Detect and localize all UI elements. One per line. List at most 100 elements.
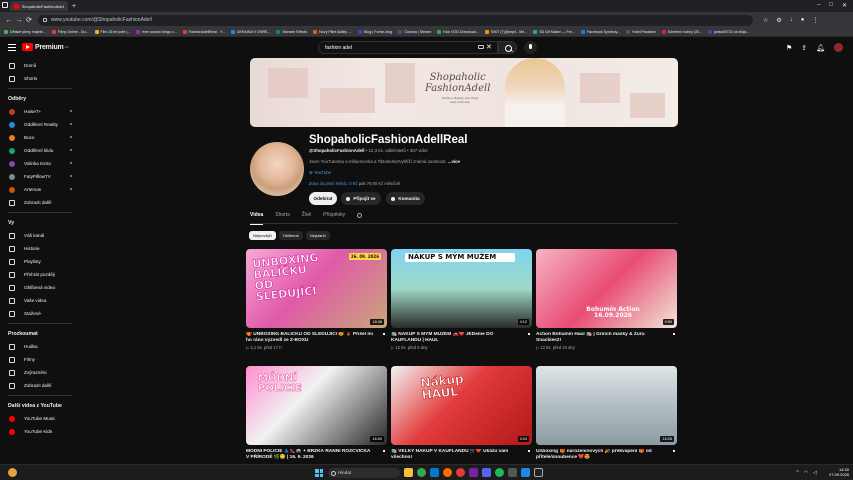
bookmark-item[interactable]: S907 (7)(5)mp4 - Mé... xyxy=(484,30,527,34)
video-card[interactable]: MÓDNÍ POLICIE 16:50 MÓDNÍ POLICIE 👗👠🚔 + BR… xyxy=(246,366,387,461)
terminal-icon[interactable] xyxy=(534,468,543,477)
keyboard-icon[interactable] xyxy=(478,45,484,49)
sidebar-item[interactable]: FatyPillowTV xyxy=(0,170,80,183)
spotify-icon[interactable] xyxy=(495,468,504,477)
browser-tab-youtube[interactable]: ShopaholicFashionAdell... xyxy=(10,1,68,11)
bookmark-item[interactable]: janka00733 na Mojo... xyxy=(708,30,749,34)
bookmark-item[interactable]: Facebook Symboly... xyxy=(580,30,620,34)
voice-search-icon[interactable] xyxy=(524,41,537,54)
sidebar-item[interactable]: Oddělení Reality xyxy=(0,118,80,131)
video-thumbnail[interactable]: UNBOXING BALÍČKU OD SLEDUJÍCÍ 26. 09. 202… xyxy=(246,249,387,328)
settings-icon[interactable] xyxy=(508,468,517,477)
sidebar-item[interactable]: Playlisty xyxy=(0,255,80,268)
sidebar-heading-subscriptions[interactable]: Odběry xyxy=(0,92,80,105)
bookmark-star-icon[interactable]: ☆ xyxy=(763,17,768,24)
subscribe-button[interactable]: Odebírat xyxy=(309,192,337,205)
channel-link[interactable]: ⊕ YouTube xyxy=(309,170,331,176)
reload-icon[interactable]: ⟳ xyxy=(24,16,34,24)
video-thumbnail[interactable]: Nákup HAUL 3:04 xyxy=(391,366,532,445)
sort-chip[interactable]: Oblíbené xyxy=(278,231,303,240)
search-button[interactable] xyxy=(498,41,517,54)
video-title[interactable]: 🛍️ NÁKUP S MÝM MUŽEM 🚗❤️ JEDeme DO KAUFL… xyxy=(391,332,519,344)
more-actions-icon[interactable] xyxy=(528,333,530,340)
sidebar-item[interactable]: YouTube Music xyxy=(0,412,80,425)
profile-icon[interactable]: ● xyxy=(801,17,805,24)
new-tab-icon[interactable]: + xyxy=(72,3,76,10)
bookmark-item[interactable]: Blog | Fomin-blog xyxy=(358,30,392,34)
bookmark-item[interactable]: Edněmní rodiny (20... xyxy=(661,30,702,34)
close-window-icon[interactable]: ✕ xyxy=(842,2,847,9)
sidebar-heading-you[interactable]: Vy xyxy=(0,216,80,229)
sidebar-item[interactable]: Filmy xyxy=(0,353,80,366)
channel-description[interactable]: Jsem YouTuberka a Influencerka a Tiktoke… xyxy=(309,159,460,164)
back-icon[interactable]: ← xyxy=(4,17,14,24)
sidebar-item[interactable]: Historie xyxy=(0,242,80,255)
search-input[interactable]: fashion adel xyxy=(318,41,498,54)
taskbar-search[interactable]: Hledat xyxy=(328,468,400,478)
download-tray-icon[interactable]: ↓ xyxy=(790,17,793,24)
sidebar-item[interactable]: Vaše videa xyxy=(0,294,80,307)
sidebar-item[interactable]: Zobrazit další xyxy=(0,196,80,209)
site-info-icon[interactable] xyxy=(43,18,47,22)
windows-start-icon[interactable] xyxy=(315,469,323,477)
tab-1[interactable]: Shorts xyxy=(275,212,289,224)
sort-chip[interactable]: Nejstarší xyxy=(305,231,330,240)
sidebar-item[interactable]: Zobrazit další xyxy=(0,379,80,392)
create-icon[interactable]: ⇪ xyxy=(801,44,807,52)
video-thumbnail[interactable]: NÁKUP S MÝM MUŽEM 4:12 xyxy=(391,249,532,328)
more-actions-icon[interactable] xyxy=(673,333,675,340)
bookmark-item[interactable]: free custom bingo c... xyxy=(136,30,177,34)
clear-search-icon[interactable]: ✕ xyxy=(486,43,492,51)
store-icon[interactable] xyxy=(521,468,530,477)
tab-2[interactable]: Živě xyxy=(302,212,311,224)
video-title[interactable]: 🛍️ VELKÝ NÁKUP V KAUFLANDU 🛒❤️ Ukážu vám… xyxy=(391,449,519,461)
channel-search-icon[interactable] xyxy=(357,213,363,218)
bookmark-item[interactable]: Film 28 let poté (... xyxy=(94,30,130,34)
account-avatar[interactable] xyxy=(834,43,843,52)
sidebar-item[interactable]: Oblíbená videa xyxy=(0,281,80,294)
bookmark-item[interactable]: Nový Pillet Addity -... xyxy=(313,30,352,34)
bookmark-item[interactable]: Filmy Online - Du... xyxy=(51,30,89,34)
discord-icon[interactable] xyxy=(482,468,491,477)
sidebar-item[interactable]: Váš kanál xyxy=(0,229,80,242)
sidebar-item[interactable]: Hudba xyxy=(0,340,80,353)
sidebar-item[interactable]: Přehrát později xyxy=(0,268,80,281)
sidebar-item[interactable]: Oddělení klidu xyxy=(0,144,80,157)
minimize-icon[interactable]: – xyxy=(817,2,820,9)
sidebar-item[interactable]: Volinka Extra xyxy=(0,157,80,170)
video-card[interactable]: Bohumín Action 16.09.2026 9:50 Action Bohu… xyxy=(536,249,677,350)
edge-icon[interactable] xyxy=(430,468,439,477)
video-title[interactable]: MÓDNÍ POLICIE 👗👠🚔 + BRZKÁ RANNÍ ROZCVIČK… xyxy=(246,449,374,461)
bookmark-item[interactable]: Monsen Effects xyxy=(276,30,307,34)
forward-icon[interactable]: → xyxy=(14,17,24,24)
video-thumbnail[interactable]: MÓDNÍ POLICIE 16:50 xyxy=(246,366,387,445)
video-card[interactable]: Nákup HAUL 3:04 🛍️ VELKÝ NÁKUP V KAUFLANDU… xyxy=(391,366,532,461)
bookmark-item[interactable]: SD Gif Maker — Fre... xyxy=(533,30,575,34)
more-actions-icon[interactable] xyxy=(528,450,530,457)
bookmark-item[interactable]: Hotel Paradise xyxy=(626,30,656,34)
sidebar-item[interactable]: Domů xyxy=(0,59,80,72)
sidebar-item[interactable]: Stažené xyxy=(0,307,80,320)
opera-icon[interactable] xyxy=(456,468,465,477)
weather-icon[interactable] xyxy=(8,468,17,477)
chrome-icon[interactable] xyxy=(417,468,426,477)
bookmark-item[interactable]: FashionAdellReal - Y... xyxy=(182,30,225,34)
more-actions-icon[interactable] xyxy=(383,450,385,457)
more-actions-icon[interactable] xyxy=(383,333,385,340)
taskbar-clock[interactable]: 14:30 27.09.2026 xyxy=(829,467,849,477)
extensions-icon[interactable]: ⚙ xyxy=(776,17,781,24)
video-thumbnail[interactable]: 16:26 xyxy=(536,366,677,445)
video-card[interactable]: UNBOXING BALÍČKU OD SLEDUJÍCÍ 26. 09. 202… xyxy=(246,249,387,350)
notifications-icon[interactable]: 🔔︎ xyxy=(816,44,825,52)
browser-menu-icon[interactable]: ⋮ xyxy=(812,17,818,24)
youtube-logo[interactable]: Premium CZ xyxy=(22,43,69,51)
maximize-icon[interactable]: □ xyxy=(829,2,833,9)
tab-3[interactable]: Příspěvky xyxy=(323,212,345,224)
sidebar-item[interactable]: YouTube Kids xyxy=(0,425,80,438)
more-actions-icon[interactable] xyxy=(673,450,675,457)
sidebar-item[interactable]: Buco xyxy=(0,131,80,144)
sort-chip[interactable]: Nejnovější xyxy=(249,231,276,240)
url-field[interactable]: www.youtube.com/@ShopaholicFashionAdell xyxy=(38,14,753,26)
tab-0[interactable]: Videa xyxy=(250,212,264,225)
video-title[interactable]: 🎁 UNBOXING BALÍČKU OD SLEDUJÍCÍ 😍 💄 Přiš… xyxy=(246,332,374,344)
